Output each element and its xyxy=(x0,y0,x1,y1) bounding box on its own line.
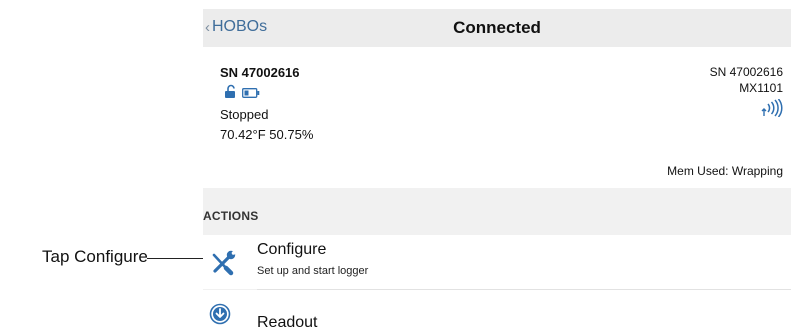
wrench-screwdriver-icon xyxy=(209,250,237,281)
readout-title: Readout xyxy=(257,314,318,330)
configure-action[interactable]: Configure Set up and start logger xyxy=(203,235,791,289)
actions-header: ACTIONS xyxy=(203,209,259,223)
download-circle-icon xyxy=(209,303,231,330)
memory-used: Mem Used: Wrapping xyxy=(667,164,783,178)
configure-subtitle: Set up and start logger xyxy=(257,265,369,277)
device-status: Stopped xyxy=(220,107,269,122)
device-status-icons xyxy=(224,84,260,104)
callout-line xyxy=(147,258,204,259)
device-serial-right: SN 47002616 xyxy=(709,65,783,79)
unlock-icon xyxy=(224,84,238,104)
nav-bar: ‹ HOBOs Connected xyxy=(203,9,791,47)
device-reading: 70.42°F 50.75% xyxy=(220,127,314,142)
readout-action[interactable]: Readout xyxy=(203,290,791,330)
page-title: Connected xyxy=(453,18,541,37)
app-screen: ‹ HOBOs Connected SN 47002616 Stopped 70… xyxy=(203,9,791,330)
device-serial: SN 47002616 xyxy=(220,65,300,80)
device-model: MX1101 xyxy=(739,81,783,95)
bluetooth-signal-icon xyxy=(761,98,783,122)
battery-icon xyxy=(242,85,260,103)
configure-title: Configure xyxy=(257,241,327,258)
callout-label: Tap Configure xyxy=(42,247,148,266)
device-info-panel: SN 47002616 Stopped 70.42°F 50.75% SN 47… xyxy=(203,47,791,188)
